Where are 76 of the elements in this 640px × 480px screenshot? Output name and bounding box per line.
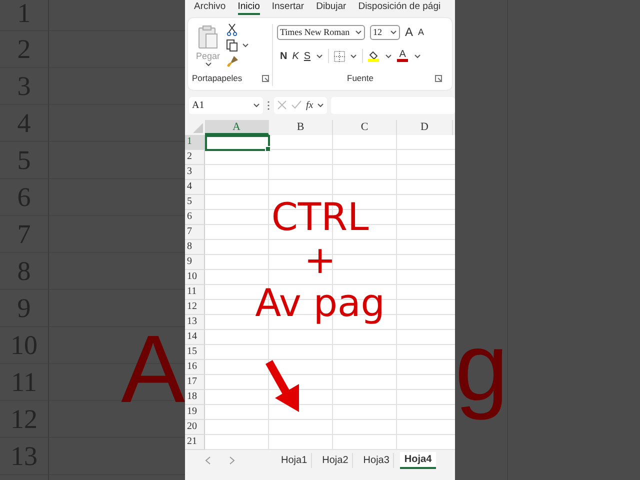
chevron-down-icon	[350, 54, 357, 58]
font-name-dropdown[interactable]: Times New Roman	[277, 24, 365, 40]
ribbon-tab[interactable]: Insertar	[272, 0, 304, 15]
group-label: Fuente	[347, 73, 374, 83]
bold-button[interactable]: N	[280, 50, 288, 62]
chevron-left-icon[interactable]	[205, 456, 211, 464]
column-header[interactable]: B	[269, 120, 333, 135]
row-header[interactable]: 21	[185, 435, 205, 450]
column-header[interactable]: D	[397, 120, 453, 135]
sheet-tab[interactable]: Hoja3	[359, 452, 394, 468]
paint-bucket-icon	[368, 50, 380, 58]
row-header[interactable]: 19	[185, 405, 205, 420]
chevron-down-icon	[253, 102, 260, 108]
ribbon-tab[interactable]: Inicio	[238, 0, 260, 15]
overlay-text: Av pag	[255, 282, 385, 325]
font-color-button[interactable]: A	[396, 50, 409, 62]
row-header[interactable]: 16	[185, 360, 205, 375]
group-label: Portapapeles	[192, 73, 242, 83]
chevron-down-icon	[384, 54, 392, 58]
shrink-font-button[interactable]: A	[418, 27, 424, 37]
active-cell[interactable]	[205, 135, 270, 151]
row-header[interactable]: 10	[185, 270, 205, 285]
row-header[interactable]: 8	[185, 240, 205, 255]
more-icon	[267, 100, 270, 110]
chevron-down-icon	[242, 43, 250, 48]
overlay-text: CTRL	[271, 196, 369, 239]
dialog-launcher-icon[interactable]	[262, 74, 269, 82]
overlay-text: A	[120, 322, 185, 418]
row-header[interactable]: 9	[185, 255, 205, 270]
ribbon-tab[interactable]: Archivo	[194, 0, 226, 15]
ribbon-tab[interactable]: Dibujar	[316, 0, 346, 15]
column-header[interactable]: A	[205, 120, 269, 135]
chevron-right-icon[interactable]	[229, 456, 235, 464]
scissors-icon[interactable]	[226, 23, 238, 36]
row-header[interactable]: 18	[185, 390, 205, 405]
brush-icon[interactable]	[226, 55, 240, 68]
insert-function-button[interactable]: fx	[306, 100, 314, 110]
row-header[interactable]: 6	[185, 210, 205, 225]
clipboard-icon	[197, 24, 220, 50]
row-header[interactable]: 20	[185, 420, 205, 435]
check-icon[interactable]	[291, 100, 302, 110]
row-header[interactable]: 14	[185, 330, 205, 345]
sheet-tab[interactable]: Hoja1	[277, 452, 312, 468]
chevron-down-icon	[414, 54, 421, 58]
row-header[interactable]: 17	[185, 375, 205, 390]
italic-button[interactable]: K	[292, 50, 299, 62]
font-size-dropdown[interactable]: 12	[370, 24, 400, 40]
borders-icon[interactable]	[334, 50, 345, 62]
row-header[interactable]: 13	[185, 315, 205, 330]
row-header[interactable]: 5	[185, 195, 205, 210]
sheet-tab[interactable]: Hoja4	[400, 452, 436, 468]
fill-color-button[interactable]	[368, 50, 380, 62]
row-header[interactable]: 11	[185, 285, 205, 300]
column-header[interactable]: C	[333, 120, 397, 135]
chevron-down-icon	[204, 62, 212, 67]
sheet-tab[interactable]: Hoja2	[318, 452, 354, 468]
chevron-down-icon	[390, 30, 397, 34]
row-header[interactable]: 4	[185, 180, 205, 195]
row-header[interactable]: 2	[185, 150, 205, 165]
row-header[interactable]: 12	[185, 300, 205, 315]
row-header[interactable]: 3	[185, 165, 205, 180]
chevron-down-icon	[317, 102, 324, 108]
underline-button[interactable]: S	[304, 50, 311, 62]
overlay-text: +	[304, 239, 336, 282]
copy-icon[interactable]	[226, 39, 238, 52]
row-header[interactable]: 15	[185, 345, 205, 360]
chevron-down-icon	[316, 54, 323, 58]
fill-handle[interactable]	[265, 146, 271, 152]
row-header[interactable]: 7	[185, 225, 205, 240]
dialog-launcher-icon[interactable]	[435, 74, 442, 82]
chevron-down-icon	[355, 30, 362, 34]
grow-font-button[interactable]: A	[405, 25, 414, 39]
formula-input[interactable]	[331, 96, 455, 114]
name-box[interactable]: A1	[189, 96, 263, 114]
ribbon-tab[interactable]: Disposición de pági	[358, 0, 441, 15]
row-header[interactable]: 1	[185, 135, 205, 150]
